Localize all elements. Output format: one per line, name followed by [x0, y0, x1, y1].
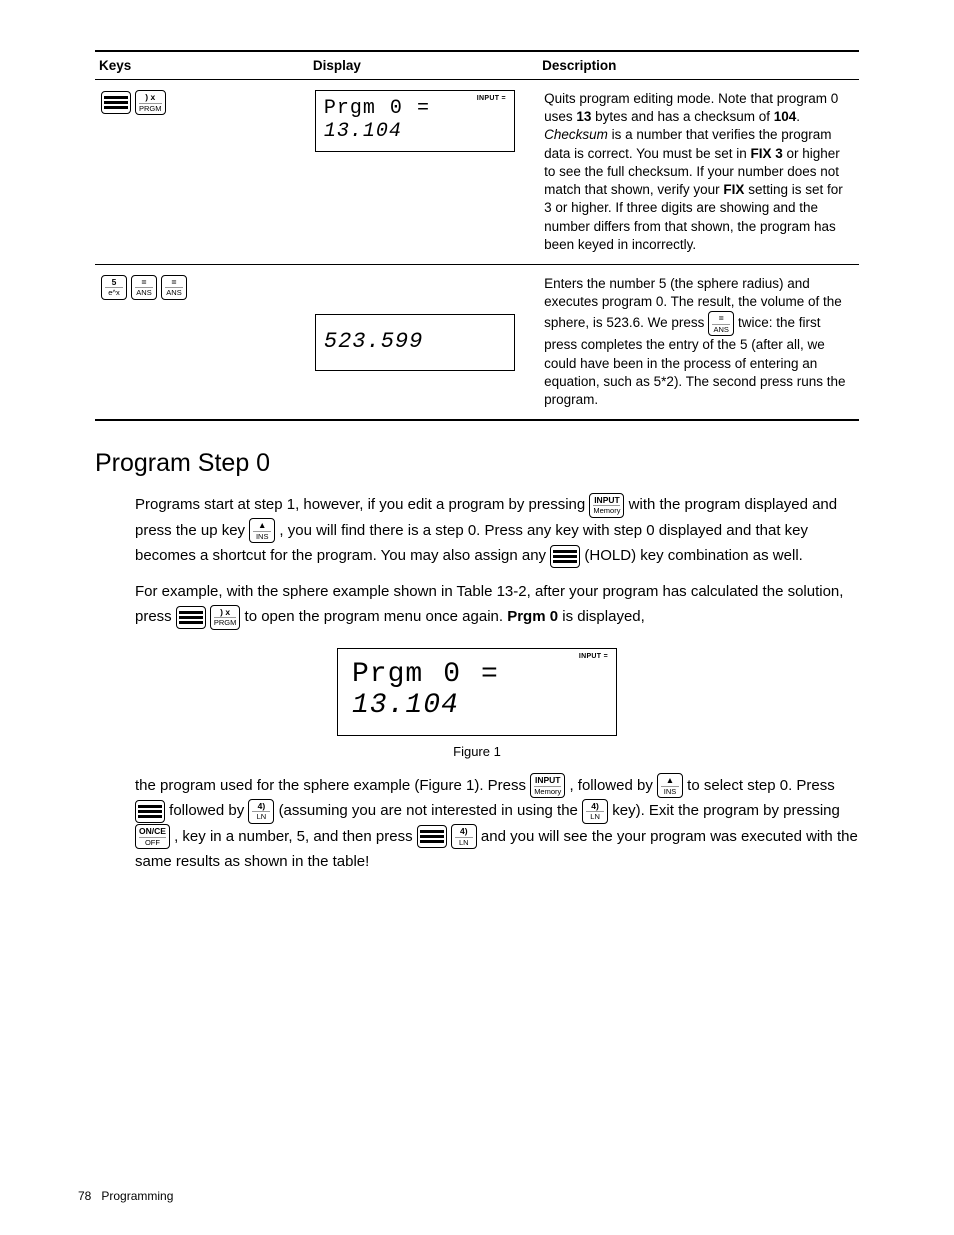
lcd-display-figure: INPUT = Prgm 0 = 13.104 — [337, 648, 617, 736]
input-key-icon: INPUTMemory — [589, 493, 624, 518]
lcd-text: 0 — [390, 97, 403, 120]
paragraph: Programs start at step 1, however, if yo… — [135, 492, 859, 569]
page-footer: 78 Programming — [78, 1189, 173, 1203]
once-key-icon: ON/CEOFF — [135, 824, 170, 849]
key-sequence-5-ans-ans: 5e^x =ANS =ANS — [101, 275, 187, 300]
page-number: 78 — [78, 1189, 91, 1203]
col-keys: Keys — [95, 51, 309, 80]
description-text: Enters the number 5 (the sphere radius) … — [544, 275, 853, 409]
ln-key-icon: 4)LN — [248, 799, 274, 824]
lcd-text: 13.104 — [324, 120, 506, 143]
paragraph: the program used for the sphere example … — [135, 773, 859, 875]
ans-key-icon: =ANS — [708, 311, 734, 336]
table-row: 5e^x =ANS =ANS 523.599 Enters the number… — [95, 264, 859, 420]
lcd-text: 13.104 — [352, 690, 602, 721]
shift-key-icon — [550, 545, 580, 568]
up-key-icon: ▲INS — [657, 773, 683, 798]
col-display: Display — [309, 51, 538, 80]
lcd-text: = — [417, 97, 430, 120]
lcd-text: 523.599 — [324, 321, 506, 362]
section-heading: Program Step 0 — [95, 449, 859, 478]
up-key-icon: ▲INS — [249, 518, 275, 543]
figure-caption: Figure 1 — [95, 744, 859, 759]
lcd-text: Prgm — [324, 97, 376, 120]
ln-key-icon: 4)LN — [582, 799, 608, 824]
prgm-key-icon: ) xPRGM — [210, 605, 241, 630]
lcd-display: INPUT = Prgm 0 = 13.104 — [315, 90, 515, 152]
ln-key-icon: 4)LN — [451, 824, 477, 849]
table-row: ) xPRGM INPUT = Prgm 0 = 13.104 Quits pr… — [95, 80, 859, 265]
prgm-key-icon: ) xPRGM — [135, 90, 166, 115]
shift-key-icon — [101, 91, 131, 114]
key-sequence-shift-prgm: ) xPRGM — [101, 90, 166, 115]
col-description: Description — [538, 51, 859, 80]
description-text: Quits program editing mode. Note that pr… — [544, 90, 853, 254]
shift-key-icon — [135, 800, 165, 823]
input-key-icon: INPUTMemory — [530, 773, 565, 798]
shift-key-icon — [417, 825, 447, 848]
lcd-annunciator: INPUT = — [579, 653, 608, 660]
lcd-text: = — [481, 659, 499, 690]
lcd-text: 0 — [443, 659, 461, 690]
lcd-display: 523.599 — [315, 314, 515, 371]
ans-key-icon: =ANS — [161, 275, 187, 300]
footer-section: Programming — [101, 1189, 173, 1203]
ans-key-icon: =ANS — [131, 275, 157, 300]
paragraph: For example, with the sphere example sho… — [135, 579, 859, 630]
five-key-icon: 5e^x — [101, 275, 127, 300]
instruction-table: Keys Display Description ) xPRGM INPUT =… — [95, 50, 859, 421]
lcd-text: Prgm — [352, 659, 423, 690]
lcd-annunciator: INPUT = — [477, 95, 506, 102]
shift-key-icon — [176, 606, 206, 629]
